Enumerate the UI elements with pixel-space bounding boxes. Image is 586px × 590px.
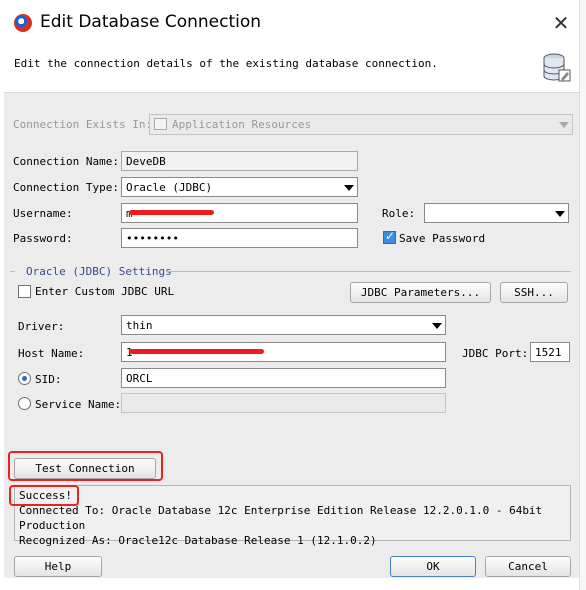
redaction-scribble (129, 349, 264, 354)
service-name-label: Service Name: (35, 398, 122, 411)
role-label: Role: (382, 207, 416, 220)
service-name-radio[interactable] (18, 397, 31, 410)
save-password-checkbox[interactable] (383, 229, 396, 244)
help-button[interactable]: Help (14, 556, 102, 577)
custom-jdbc-url-label: Enter Custom JDBC URL (35, 285, 175, 298)
section-divider (166, 271, 571, 272)
window-edge (579, 0, 586, 590)
host-name-label: Host Name: (18, 347, 85, 360)
password-field[interactable]: •••••••• (121, 228, 358, 248)
connection-exists-in-label: Connection Exists In: (13, 118, 153, 131)
ok-button[interactable]: OK (390, 556, 476, 577)
dialog-body: Connection Exists In: Application Resour… (4, 92, 579, 578)
service-name-field[interactable] (121, 393, 446, 413)
sid-radio[interactable] (18, 372, 31, 385)
ssh-button[interactable]: SSH... (500, 282, 568, 303)
username-label: Username: (13, 207, 73, 220)
redaction-scribble (129, 210, 214, 215)
result-connected-to: Connected To: Oracle Database 12c Enterp… (19, 504, 543, 532)
connection-name-label: Connection Name: (13, 155, 119, 168)
password-label: Password: (13, 232, 73, 245)
app-logo-icon (14, 14, 32, 32)
chevron-down-icon (344, 185, 354, 191)
cancel-button[interactable]: Cancel (485, 556, 571, 577)
dialog-header: Edit the connection details of the exist… (0, 46, 586, 92)
connection-result-panel: Success! Connected To: Oracle Database 1… (14, 485, 571, 547)
chevron-down-icon (559, 122, 569, 128)
jdbc-parameters-button[interactable]: JDBC Parameters... (350, 282, 491, 303)
connection-name-field[interactable]: DeveDB (121, 151, 358, 171)
highlight-box (9, 485, 79, 506)
section-divider (10, 271, 15, 272)
save-password-label: Save Password (399, 232, 486, 245)
connection-exists-in-select[interactable]: Application Resources (149, 114, 573, 135)
window-title: Edit Database Connection (40, 12, 262, 32)
role-select[interactable] (424, 203, 569, 223)
connection-type-select[interactable]: Oracle (JDBC) (121, 177, 358, 197)
title-bar: Edit Database Connection ✕ (0, 0, 586, 46)
header-description: Edit the connection details of the exist… (14, 57, 438, 70)
chevron-down-icon (432, 323, 442, 329)
connection-type-label: Connection Type: (13, 181, 119, 194)
result-recognized-as: Recognized As: Oracle12c Database Releas… (19, 534, 377, 547)
jdbc-port-field[interactable]: 1521 (530, 342, 570, 362)
sid-label: SID: (35, 373, 62, 386)
driver-value: thin (126, 319, 153, 332)
result-status: Success! (19, 489, 72, 502)
custom-jdbc-url-checkbox[interactable] (18, 285, 31, 298)
oracle-settings-heading: Oracle (JDBC) Settings (26, 265, 172, 278)
folder-icon (154, 118, 167, 130)
connection-exists-in-value: Application Resources (172, 118, 312, 131)
highlight-box (8, 451, 163, 481)
driver-label: Driver: (18, 320, 65, 333)
driver-select[interactable]: thin (121, 315, 446, 335)
database-edit-icon (543, 53, 571, 82)
connection-type-value: Oracle (JDBC) (126, 181, 213, 194)
close-icon[interactable]: ✕ (548, 10, 574, 36)
jdbc-port-label: JDBC Port: (462, 347, 529, 360)
sid-field[interactable]: ORCL (121, 368, 446, 388)
chevron-down-icon (555, 211, 565, 217)
